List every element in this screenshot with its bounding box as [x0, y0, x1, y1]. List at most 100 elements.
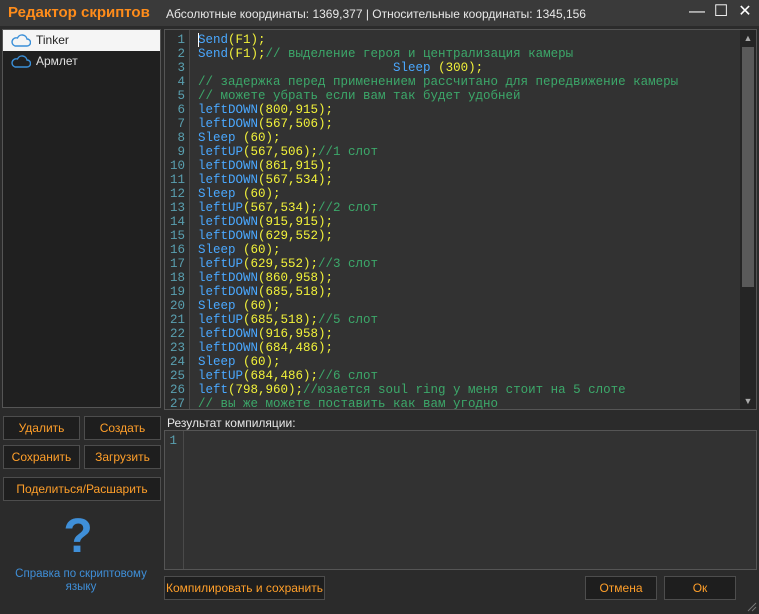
line-number: 10 [169, 159, 185, 173]
line-number: 27 [169, 397, 185, 410]
code-keyword: leftDOWN [198, 271, 259, 285]
code-editor[interactable]: 1 2 3 4 5 6 7 8 9 10 11 12 13 14 15 16 17 18 19 20 21 22 23 24 2… [164, 29, 757, 410]
line-number-gutter: 1 2 3 4 5 6 7 8 9 10 11 12 13 14 15 16 17 18 19 20 21 22 23 24 2… [165, 30, 190, 409]
code-keyword: leftUP [198, 201, 244, 215]
code-argument: (567,534); [243, 201, 319, 215]
ok-button[interactable]: Ок [664, 576, 736, 600]
code-keyword: leftDOWN [198, 117, 259, 131]
maximize-button[interactable]: ☐ [712, 3, 730, 21]
script-item-label: Армлет [36, 54, 78, 68]
code-comment: // вы же можете поставить как вам угодно [198, 397, 499, 410]
editor-scrollbar[interactable]: ▲ ▼ [740, 30, 756, 409]
line-number: 22 [169, 327, 185, 341]
code-keyword: Send [198, 47, 229, 61]
code-comment: //5 слот [318, 313, 379, 327]
code-keyword: Sleep [198, 355, 236, 369]
code-argument: (684,486); [243, 369, 319, 383]
code-line: leftDOWN(916,958); [198, 327, 333, 341]
code-line: Sleep (300); [198, 61, 483, 75]
code-line: Sleep (60); [198, 131, 281, 145]
code-argument: (798,960); [228, 383, 304, 397]
code-line: leftDOWN(685,518); [198, 285, 333, 299]
code-line: leftUP(567,534);//2 слот [198, 201, 378, 215]
line-number: 23 [169, 341, 185, 355]
line-number: 17 [169, 257, 185, 271]
code-keyword: leftUP [198, 369, 244, 383]
code-keyword: Sleep [198, 299, 236, 313]
code-argument: (567,506); [243, 145, 319, 159]
line-number: 5 [177, 89, 185, 103]
minimize-button[interactable]: — [688, 3, 706, 21]
compile-result-label: Результат компиляции: [167, 416, 296, 430]
code-comment: //2 слот [318, 201, 379, 215]
script-item-label: Tinker [36, 33, 69, 47]
code-line: Sleep (60); [198, 243, 281, 257]
window-title: Редактор скриптов [8, 4, 150, 21]
line-number: 12 [169, 187, 185, 201]
code-argument: (60); [235, 131, 281, 145]
line-number: 11 [169, 173, 185, 187]
code-keyword: leftDOWN [198, 229, 259, 243]
compile-result-output[interactable]: 1 [164, 430, 757, 570]
code-keyword: leftDOWN [198, 159, 259, 173]
code-keyword: Sleep [198, 243, 236, 257]
line-number: 19 [169, 285, 185, 299]
code-comment: // можете убрать если вам так будет удоб… [198, 89, 521, 103]
cancel-button[interactable]: Отмена [585, 576, 657, 600]
help-link[interactable]: Справка по скриптовому языку [6, 568, 156, 594]
code-argument: (800,915); [258, 103, 334, 117]
title-bar: Редактор скриптов Абсолютные координаты:… [0, 0, 759, 26]
code-line: leftUP(685,518);//5 слот [198, 313, 378, 327]
code-argument: (300); [430, 61, 484, 75]
scrollbar-thumb[interactable] [742, 47, 754, 287]
code-argument: (915,915); [258, 215, 334, 229]
line-number: 2 [177, 47, 185, 61]
coordinates-readout: Абсолютные координаты: 1369,377 | Относи… [166, 7, 586, 21]
delete-button[interactable]: Удалить [3, 416, 80, 440]
code-argument: (629,552); [243, 257, 319, 271]
share-button[interactable]: Поделиться/Расшарить [3, 477, 161, 501]
code-keyword: Send [198, 33, 229, 47]
line-number: 18 [169, 271, 185, 285]
code-argument: (567,534); [258, 173, 334, 187]
line-number: 16 [169, 243, 185, 257]
code-argument: (685,518); [258, 285, 334, 299]
code-argument: (567,506); [258, 117, 334, 131]
save-button[interactable]: Сохранить [3, 445, 80, 469]
code-argument: (685,518); [243, 313, 319, 327]
code-keyword: Sleep [393, 61, 431, 75]
script-item-tinker[interactable]: Tinker [3, 30, 160, 51]
line-number: 21 [169, 313, 185, 327]
code-keyword: leftUP [198, 313, 244, 327]
line-number: 26 [169, 383, 185, 397]
code-line: Sleep (60); [198, 299, 281, 313]
line-number: 14 [169, 215, 185, 229]
code-argument: (60); [235, 299, 281, 313]
compile-save-button[interactable]: Компилировать и сохранить [164, 576, 325, 600]
code-comment: // задержка перед применением рассчитано… [198, 75, 679, 89]
create-button[interactable]: Создать [84, 416, 161, 440]
code-keyword: leftUP [198, 145, 244, 159]
code-line: leftDOWN(567,534); [198, 173, 333, 187]
scroll-up-arrow-icon[interactable]: ▲ [740, 31, 756, 45]
text-cursor [198, 33, 199, 47]
script-item-armlet[interactable]: Армлет [3, 51, 160, 72]
code-line: leftDOWN(915,915); [198, 215, 333, 229]
question-mark-icon[interactable]: ? [56, 512, 100, 562]
resize-grip-icon[interactable] [745, 600, 757, 612]
script-list: Tinker Армлет [2, 29, 161, 408]
line-number: 13 [169, 201, 185, 215]
code-argument: (861,915); [258, 159, 334, 173]
svg-text:?: ? [63, 512, 92, 562]
load-button[interactable]: Загрузить [84, 445, 161, 469]
line-number: 6 [177, 103, 185, 117]
code-line: leftDOWN(860,958); [198, 271, 333, 285]
line-number: 15 [169, 229, 185, 243]
line-number: 20 [169, 299, 185, 313]
code-line: leftUP(567,506);//1 слот [198, 145, 378, 159]
code-line: // вы же можете поставить как вам угодно [198, 397, 499, 410]
code-comment: //3 слот [318, 257, 379, 271]
scroll-down-arrow-icon[interactable]: ▼ [740, 394, 756, 408]
close-button[interactable]: ✕ [736, 3, 754, 21]
code-argument: (60); [235, 243, 281, 257]
